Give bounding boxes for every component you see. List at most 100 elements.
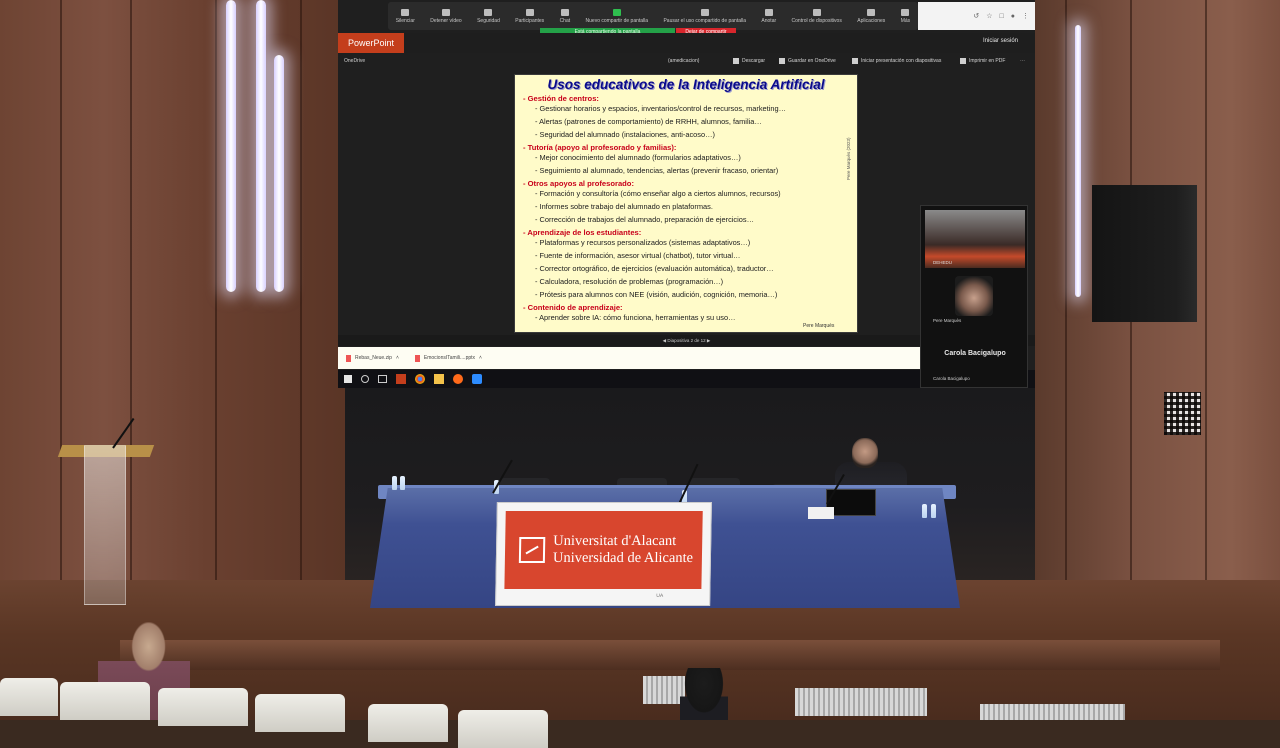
wall-light-4 [1075, 25, 1081, 297]
university-name-spanish: Universidad de Alicante [552, 550, 694, 566]
audience-seat [0, 678, 58, 716]
participants-icon [525, 8, 534, 16]
chrome-icon[interactable] [415, 374, 425, 384]
section-heading: - Contenido de aprendizaje: [523, 303, 623, 312]
sidebar-icon[interactable]: □ [1000, 13, 1004, 20]
stage-edge [120, 640, 1220, 670]
sign-in-link[interactable]: Iniciar sesión [983, 38, 1018, 44]
download-item[interactable]: EmocionsITamili....pptx ˄ [414, 354, 482, 362]
save-onedrive-button[interactable]: Guardar en OneDrive [779, 58, 836, 64]
cloud-icon [779, 58, 785, 64]
participant-name: DEHEDU [933, 260, 953, 265]
mute-button[interactable]: Silenciar [396, 8, 415, 24]
download-icon [733, 58, 739, 64]
powerpoint-brand[interactable]: PowerPoint [338, 33, 404, 53]
menu-icon[interactable]: ⋮ [1022, 12, 1029, 20]
section-item: - Plataformas y recursos personalizados … [535, 238, 751, 247]
pause-share-button[interactable]: Pausar el uso compartido de pantalla [663, 8, 746, 24]
start-slideshow-button[interactable]: Iniciar presentación con diapositivas [852, 58, 941, 64]
participant-display-name: Carola Bacigalupo [944, 350, 1006, 357]
browser-toolbar: ↺ ☆ □ ● ⋮ [918, 2, 1035, 30]
apps-icon [867, 8, 876, 16]
section-item: - Corrección de trabajos del alumnado, p… [535, 215, 754, 224]
more-button[interactable]: Más [901, 8, 910, 24]
microphone-icon [401, 8, 410, 16]
prev-slide-icon[interactable]: ◀ [663, 338, 666, 343]
powerpoint-taskbar-icon[interactable] [396, 374, 406, 384]
apps-button[interactable]: Aplicaciones [857, 8, 885, 24]
star-icon[interactable]: ☆ [986, 12, 992, 20]
water-bottle [392, 476, 397, 490]
wall-light-3 [274, 55, 284, 292]
participant-name: Pere Marquès [933, 318, 962, 323]
university-banner: Universitat d'Alacant Universidad de Ali… [495, 502, 712, 606]
section-item: - Fuente de información, asesor virtual … [535, 251, 741, 260]
floor-vent [980, 704, 1125, 720]
section-item: - Prótesis para alumnos con NEE (visión,… [535, 290, 778, 299]
audience-seat [158, 688, 248, 726]
stop-video-button[interactable]: Detener vídeo [430, 8, 462, 24]
section-heading: - Aprendizaje de los estudiantes: [523, 228, 642, 237]
section-heading: - Otros apoyos al profesorado: [523, 179, 634, 188]
audience-member [680, 668, 728, 720]
download-item[interactable]: Rebas_Neue.zip ˄ [346, 354, 399, 362]
new-share-button[interactable]: Nuevo compartir de pantalla [586, 8, 648, 24]
security-button[interactable]: Seguridad [477, 8, 500, 24]
remote-control-button[interactable]: Control de dispositivos [792, 8, 842, 24]
download-button[interactable]: Descargar [733, 58, 765, 64]
task-view-icon[interactable] [378, 375, 387, 383]
section-item: - Informes sobre trabajo del alumnado en… [535, 202, 713, 211]
chevron-up-icon[interactable]: ˄ [396, 355, 399, 361]
participants-button[interactable]: Participantes [515, 8, 544, 24]
chevron-up-icon[interactable]: ˄ [479, 355, 482, 361]
audience-seat [60, 682, 150, 720]
section-item: - Aprender sobre IA: cómo funciona, herr… [535, 313, 736, 322]
floor-vent [643, 676, 685, 704]
file-icon [414, 354, 420, 362]
video-camera-icon [441, 8, 450, 16]
slideshow-icon [852, 58, 858, 64]
next-slide-icon[interactable]: ▶ [707, 338, 710, 343]
floor-vent [795, 688, 927, 716]
more-options-icon[interactable]: ⋯ [1020, 58, 1025, 64]
qr-code [1164, 392, 1201, 435]
section-item: - Alertas (patrones de comportamiento) d… [535, 117, 762, 126]
profile-icon[interactable]: ● [1011, 13, 1015, 20]
audience-seat [368, 704, 448, 742]
water-bottle [400, 476, 405, 490]
chat-button[interactable]: Chat [560, 8, 570, 24]
left-wood-wall [0, 0, 345, 600]
university-banner-panel: Universitat d'Alacant Universidad de Ali… [504, 511, 703, 589]
name-card [808, 507, 834, 519]
presenter-head [852, 438, 878, 468]
windows-start-icon[interactable] [344, 375, 352, 383]
wall-speaker [1092, 185, 1197, 322]
audience-seat [255, 694, 345, 732]
shield-icon [484, 8, 493, 16]
firefox-icon[interactable] [453, 374, 463, 384]
presentation-slide: Usos educativos de la Inteligencia Artif… [515, 75, 857, 332]
share-screen-icon [612, 8, 621, 16]
participant-video-speaker[interactable] [955, 276, 993, 316]
annotate-button[interactable]: Anotar [761, 8, 776, 24]
slide-title: Usos educativos de la Inteligencia Artif… [547, 77, 825, 92]
section-item: - Corrector ortográfico, de ejercicios (… [535, 264, 774, 273]
wall-light-1 [226, 0, 236, 292]
search-icon[interactable] [361, 375, 369, 383]
print-pdf-button[interactable]: Imprimir en PDF [960, 58, 1005, 64]
annotate-icon [764, 8, 773, 16]
participant-name: Carola Bacigalupo [933, 376, 970, 381]
zoom-taskbar-icon[interactable] [472, 374, 482, 384]
university-logo-icon [518, 537, 546, 563]
slide-counter: Diapositiva 2 de 12 [667, 338, 706, 343]
section-item: - Gestionar horarios y espacios, inventa… [535, 104, 786, 113]
folder-icon[interactable] [434, 374, 444, 384]
section-item: - Mejor conocimiento del alumnado (formu… [535, 153, 741, 162]
section-heading: - Tutoría (apoyo al profesorado y famili… [523, 143, 677, 152]
pause-icon [700, 8, 709, 16]
onedrive-breadcrumb[interactable]: OneDrive [344, 58, 365, 64]
slide-side-credit: Pere Marquès (2023) [846, 137, 851, 180]
wall-light-2 [256, 0, 266, 292]
share-icon[interactable]: ↺ [973, 12, 979, 20]
zoom-meeting-toolbar: Silenciar Detener vídeo Seguridad Partic… [388, 2, 918, 30]
